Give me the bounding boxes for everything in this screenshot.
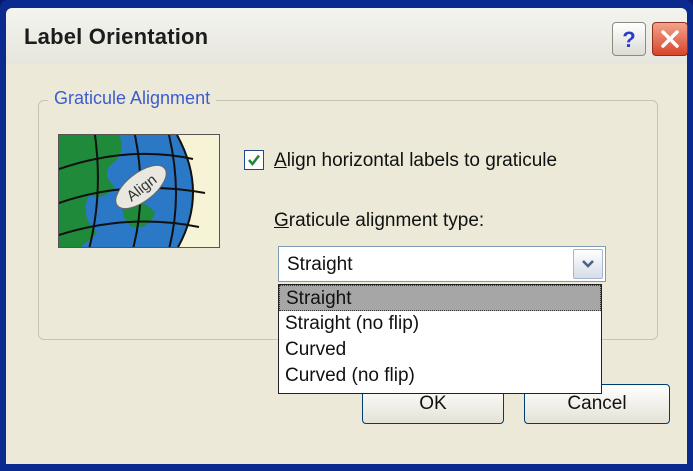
graticule-preview-image: Align [58, 134, 220, 248]
alignment-type-value: Straight [287, 254, 353, 275]
dialog-title: Label Orientation [24, 24, 209, 49]
dropdown-option-straight-no-flip[interactable]: Straight (no flip) [279, 311, 601, 337]
accelerator-a: A [274, 150, 287, 171]
combo-label-text: raticule alignment type: [288, 210, 485, 231]
close-button[interactable] [652, 22, 688, 56]
dialog-window: Label Orientation ? Graticule Alignment [0, 0, 693, 471]
alignment-type-dropdown-list: Straight Straight (no flip) Curved Curve… [278, 284, 602, 394]
dropdown-option-curved-no-flip[interactable]: Curved (no flip) [279, 363, 601, 389]
title-bar[interactable]: Label Orientation ? [6, 8, 688, 64]
align-horizontal-label[interactable]: Align horizontal labels to graticule [274, 150, 557, 172]
align-horizontal-checkbox[interactable] [244, 150, 264, 170]
dropdown-arrow-button[interactable] [573, 249, 603, 279]
dialog-body: Graticule Alignment Align Align horizont… [6, 64, 687, 464]
dropdown-option-curved[interactable]: Curved [279, 337, 601, 363]
alignment-type-select[interactable]: Straight [278, 246, 606, 282]
dropdown-option-straight[interactable]: Straight [279, 285, 601, 311]
accelerator-g: G [274, 210, 289, 231]
help-button[interactable]: ? [612, 22, 646, 56]
checkbox-label-text: lign horizontal labels to graticule [286, 150, 558, 171]
group-label: Graticule Alignment [48, 88, 217, 109]
alignment-type-label: Graticule alignment type: [274, 210, 484, 232]
